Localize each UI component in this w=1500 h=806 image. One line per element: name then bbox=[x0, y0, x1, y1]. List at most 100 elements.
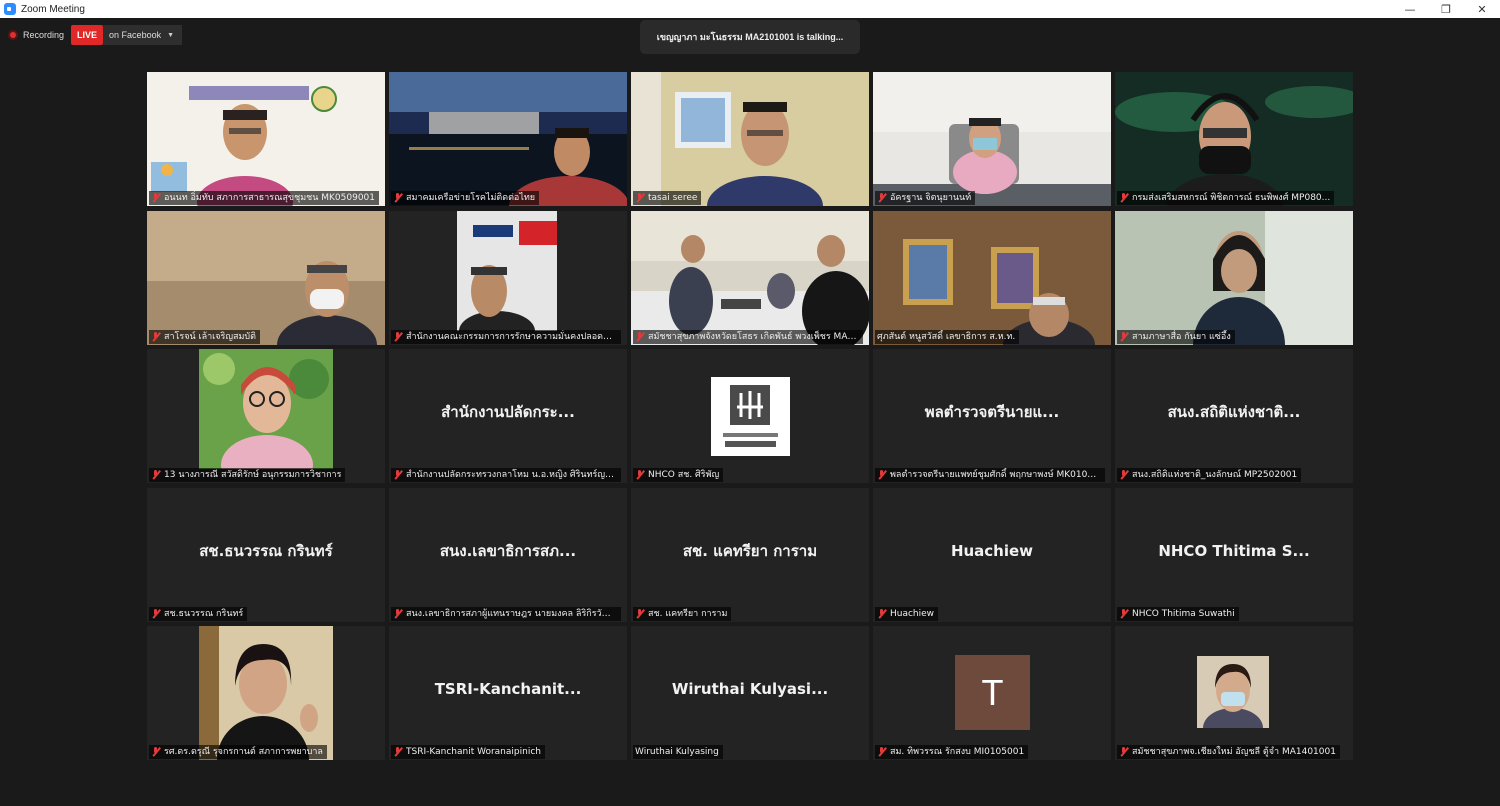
participant-tile[interactable]: Wiruthai Kulyasi... Wiruthai Kulyasing bbox=[631, 626, 869, 760]
recording-label[interactable]: Recording bbox=[23, 30, 64, 40]
participant-tile[interactable]: พลตำรวจตรีนายแ... พลตำรวจตรีนายแพทย์ชุมศ… bbox=[873, 349, 1111, 483]
mic-off-icon bbox=[393, 193, 402, 203]
live-target-dropdown[interactable]: on Facebook ▼ bbox=[103, 25, 183, 45]
restore-button[interactable]: ❐ bbox=[1428, 0, 1464, 18]
participant-tile[interactable]: tasai seree bbox=[631, 72, 869, 206]
participant-photo bbox=[199, 626, 333, 760]
participant-tile[interactable]: สมัชชาสุขภาพจังหวัดยโสธร เกิดพันธ์ พวงเพ… bbox=[631, 210, 869, 345]
participant-name-label: สนง.สถิติแห่งชาติ_นงลักษณ์ MP2502001 bbox=[1117, 468, 1302, 482]
participant-video bbox=[631, 72, 869, 206]
participant-display-name: Huachiew bbox=[950, 541, 1034, 560]
mic-off-icon bbox=[151, 747, 160, 757]
participant-tile[interactable]: Huachiew Huachiew bbox=[873, 487, 1111, 622]
participant-name-label: ศุภสันต์ หนูสวัสดิ์ เลขาธิการ ส.ห.ท. bbox=[875, 329, 1020, 344]
participant-photo bbox=[1197, 656, 1269, 728]
mic-off-icon bbox=[635, 608, 644, 619]
mic-off-icon bbox=[635, 331, 644, 342]
participant-tile[interactable]: สามภาษาสื่อ กันยา แซ่อึ้ง bbox=[1115, 210, 1353, 345]
participant-tile[interactable]: สช.ธนวรรณ กรินทร์ สช.ธนวรรณ กรินทร์ bbox=[147, 487, 385, 622]
participant-display-name: พลตำรวจตรีนายแ... bbox=[924, 403, 1060, 421]
participant-video bbox=[389, 72, 627, 206]
participant-tile[interactable]: ศุภสันต์ หนูสวัสดิ์ เลขาธิการ ส.ห.ท. bbox=[873, 210, 1111, 345]
participant-tile[interactable]: กรมส่งเสริมสหกรณ์ พิชิตการณ์ ธนพิพงศ์ MP… bbox=[1115, 72, 1353, 206]
participant-tile[interactable]: สาโรจน์ เล้าเจริญสมบัติ bbox=[147, 210, 385, 345]
participant-tile[interactable]: T สม. ทิพวรรณ รักสงบ MI0105001 bbox=[873, 626, 1111, 760]
title-bar: Zoom Meeting — ❐ ✕ bbox=[0, 0, 1500, 18]
participant-video bbox=[873, 210, 1111, 345]
active-speaker-text: เขญญาภา มะโนธรรม MA2101001 is talking... bbox=[656, 32, 844, 42]
live-badge: LIVE bbox=[71, 25, 104, 45]
participant-display-name: สช. แคทรียา การาม bbox=[682, 541, 818, 560]
mic-off-icon bbox=[393, 470, 402, 480]
participant-name-label: สนง.เลขาธิการสภาผู้แทนราษฎร นายมงคล ลิริ… bbox=[391, 606, 621, 621]
participant-display-name: สนง.เลขาธิการสภ... bbox=[439, 541, 577, 560]
mic-off-icon bbox=[393, 608, 402, 619]
mic-off-icon bbox=[151, 470, 160, 480]
participant-name-label: สม. ทิพวรรณ รักสงบ MI0105001 bbox=[875, 745, 1029, 759]
mic-off-icon bbox=[393, 747, 402, 757]
participant-tile[interactable]: 13 นางภารณี สวัสดิรักษ์ อนุกรรมการวิชากา… bbox=[147, 349, 385, 483]
participant-tile[interactable]: สนง.สถิติแห่งชาติ... สนง.สถิติแห่งชาติ_น… bbox=[1115, 349, 1353, 483]
participant-name-label: tasai seree bbox=[633, 191, 702, 205]
participant-tile[interactable]: NHCO สช. ศิริพัญ bbox=[631, 349, 869, 483]
window-title: Zoom Meeting bbox=[21, 3, 85, 15]
participant-name-label: สามภาษาสื่อ กันยา แซ่อึ้ง bbox=[1117, 329, 1235, 344]
participant-photo bbox=[199, 349, 333, 469]
participant-video bbox=[873, 72, 1111, 206]
participant-name-label: สำนักงานคณะกรรมการการรักษาความมั่นคงปลอด… bbox=[391, 329, 621, 344]
record-dot-icon bbox=[8, 30, 18, 40]
gallery-view: อนนท อิ่มทับ สภาการสาธารณสุขชุมชน MK0509… bbox=[147, 72, 1354, 760]
caret-down-icon: ▼ bbox=[167, 31, 175, 39]
mic-off-icon bbox=[1119, 470, 1128, 480]
participant-video bbox=[147, 72, 385, 206]
participant-video bbox=[147, 210, 385, 345]
participant-tile[interactable]: สนง.เลขาธิการสภ... สนง.เลขาธิการสภาผู้แท… bbox=[389, 487, 627, 622]
participant-display-name: Wiruthai Kulyasi... bbox=[671, 680, 829, 698]
participant-name-label: กรมส่งเสริมสหกรณ์ พิชิตการณ์ ธนพิพงศ์ MP… bbox=[1117, 191, 1335, 205]
mic-off-icon bbox=[1119, 193, 1128, 203]
participant-name-label: NHCO สช. ศิริพัญ bbox=[633, 468, 724, 482]
mic-off-icon bbox=[1119, 608, 1128, 619]
minimize-button[interactable]: — bbox=[1392, 0, 1428, 18]
active-speaker-banner: เขญญาภา มะโนธรรม MA2101001 is talking... bbox=[640, 20, 860, 54]
participant-name-label: สช. แคทรียา การาม bbox=[633, 606, 732, 621]
recording-bar: Recording LIVE on Facebook ▼ bbox=[8, 25, 183, 45]
mic-off-icon bbox=[151, 193, 160, 203]
participant-tile[interactable]: อนนท อิ่มทับ สภาการสาธารณสุขชุมชน MK0509… bbox=[147, 72, 385, 206]
participant-name-label: สมาคมเครือข่ายโรคไม่ติดต่อไทย bbox=[391, 191, 540, 205]
participant-name-label: อัครฐาน จิตนุยานนท์ bbox=[875, 191, 976, 205]
participant-display-name: สำนักงานปลัดกระ... bbox=[441, 403, 575, 421]
participant-name-label: Wiruthai Kulyasing bbox=[633, 745, 723, 759]
mic-off-icon bbox=[635, 470, 644, 480]
mic-off-icon bbox=[877, 193, 886, 203]
participant-display-name: NHCO Thitima S... bbox=[1158, 541, 1310, 560]
participant-tile[interactable]: อัครฐาน จิตนุยานนท์ bbox=[873, 72, 1111, 206]
mic-off-icon bbox=[877, 470, 886, 480]
participant-video bbox=[389, 210, 627, 345]
participant-name-label: อนนท อิ่มทับ สภาการสาธารณสุขชุมชน MK0509… bbox=[149, 191, 379, 205]
participant-name-label: TSRI-Kanchanit Woranaipinich bbox=[391, 745, 545, 759]
participant-tile[interactable]: TSRI-Kanchanit... TSRI-Kanchanit Woranai… bbox=[389, 626, 627, 760]
participant-name-label: สมัชชาสุขภาพจ.เชียงใหม่ อัญชลี ตู้จำ MA1… bbox=[1117, 745, 1340, 759]
mic-off-icon bbox=[1119, 331, 1128, 342]
mic-off-icon bbox=[635, 193, 644, 203]
participant-tile[interactable]: สำนักงานคณะกรรมการการรักษาความมั่นคงปลอด… bbox=[389, 210, 627, 345]
participant-tile[interactable]: NHCO Thitima S... NHCO Thitima Suwathi bbox=[1115, 487, 1353, 622]
participant-tile[interactable]: สมัชชาสุขภาพจ.เชียงใหม่ อัญชลี ตู้จำ MA1… bbox=[1115, 626, 1353, 760]
mic-off-icon bbox=[1119, 747, 1128, 757]
participant-name-label: สมัชชาสุขภาพจังหวัดยโสธร เกิดพันธ์ พวงเพ… bbox=[633, 329, 863, 344]
window-controls: — ❐ ✕ bbox=[1392, 0, 1500, 18]
participant-tile[interactable]: สช. แคทรียา การาม สช. แคทรียา การาม bbox=[631, 487, 869, 622]
participant-display-name: สนง.สถิติแห่งชาติ... bbox=[1167, 403, 1301, 421]
participant-video bbox=[1115, 72, 1353, 206]
participant-tile[interactable]: สมาคมเครือข่ายโรคไม่ติดต่อไทย bbox=[389, 72, 627, 206]
participant-name-label: สาโรจน์ เล้าเจริญสมบัติ bbox=[149, 329, 260, 344]
participant-tile[interactable]: สำนักงานปลัดกระ... สำนักงานปลัดกระทรวงกล… bbox=[389, 349, 627, 483]
participant-tile[interactable]: รศ.ดร.ดรุณี รุจกรกานต์ สภาการพยาบาล bbox=[147, 626, 385, 760]
participant-display-name: สช.ธนวรรณ กรินทร์ bbox=[199, 541, 333, 560]
mic-off-icon bbox=[151, 331, 160, 342]
participant-name-label: Huachiew bbox=[875, 606, 939, 621]
participant-name-label: NHCO Thitima Suwathi bbox=[1117, 606, 1239, 621]
close-button[interactable]: ✕ bbox=[1464, 0, 1500, 18]
participant-name-label: รศ.ดร.ดรุณี รุจกรกานต์ สภาการพยาบาล bbox=[149, 745, 327, 759]
